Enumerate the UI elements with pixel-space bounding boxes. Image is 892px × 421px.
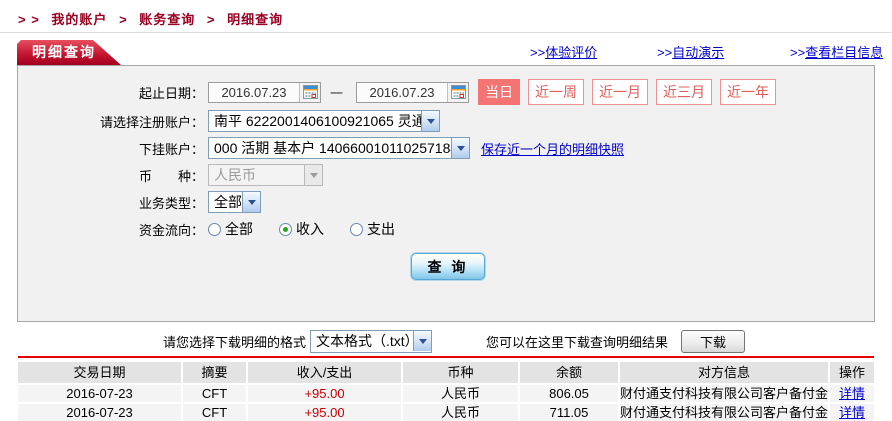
detail-link[interactable]: 详情	[839, 405, 865, 420]
table-header-row: 交易日期 摘要 收入/支出 币种 余额 对方信息 操作	[18, 362, 874, 383]
header-date: 交易日期	[18, 362, 183, 383]
download-format-select[interactable]: 文本格式（.txt）	[310, 330, 432, 353]
header-counterparty: 对方信息	[620, 362, 830, 383]
header-balance: 余额	[520, 362, 620, 383]
header-summary: 摘要	[183, 362, 248, 383]
register-account-row: 请选择注册账户： 南平 6222001406100921065 灵通卡	[18, 110, 874, 132]
tab-label: 明细查询	[32, 44, 96, 60]
tab-detail-query[interactable]: 明细查询	[17, 40, 121, 65]
link-experience-rating[interactable]: >>体验评价	[530, 42, 597, 61]
calendar-icon	[303, 85, 318, 99]
start-date-calendar-button[interactable]	[299, 83, 320, 102]
date-range-separator: 一	[330, 83, 343, 102]
flow-direction-label: 资金流向：	[18, 220, 204, 239]
date-range-row: 起止日期： 2016.07.23 一	[18, 79, 874, 105]
date-range-label: 起止日期：	[18, 83, 204, 102]
calendar-icon	[451, 85, 466, 99]
query-button[interactable]: 查 询	[411, 253, 485, 280]
cell-action: 详情	[830, 404, 874, 421]
cell-summary: CFT	[183, 385, 248, 402]
breadcrumb-item-account-query[interactable]: 账务查询	[139, 12, 195, 27]
detail-link[interactable]: 详情	[839, 386, 865, 401]
flow-radio-all[interactable]: 全部	[208, 219, 253, 239]
breadcrumb-prefix: > >	[18, 12, 40, 27]
quick-range-quarter-button[interactable]: 近三月	[656, 79, 712, 105]
breadcrumb-item-detail-query[interactable]: 明细查询	[227, 12, 283, 27]
cell-counterparty: 财付通支付科技有限公司客户备付金	[620, 385, 830, 402]
quick-range-buttons: 当日 近一周 近一月 近三月 近一年	[478, 79, 776, 105]
transaction-table: 交易日期 摘要 收入/支出 币种 余额 对方信息 操作 2016-07-23 C…	[18, 362, 874, 421]
breadcrumb-separator: >	[119, 12, 128, 27]
business-type-label: 业务类型：	[18, 193, 204, 212]
chevron-down-icon[interactable]	[421, 111, 439, 131]
download-hint: 您可以在这里下载查询明细结果	[486, 332, 668, 351]
start-date-input[interactable]: 2016.07.23	[208, 82, 321, 103]
table-row: 2016-07-23 CFT +95.00 人民币 806.05 财付通支付科技…	[18, 385, 874, 402]
cell-date: 2016-07-23	[18, 404, 183, 421]
currency-select: 人民币	[208, 164, 323, 186]
breadcrumb: > > 我的账户 > 账务查询 > 明细查询	[18, 9, 283, 28]
flow-radio-income[interactable]: 收入	[279, 219, 324, 239]
query-form-panel: 起止日期： 2016.07.23 一	[17, 65, 875, 322]
cell-summary: CFT	[183, 404, 248, 421]
end-date-value[interactable]: 2016.07.23	[357, 85, 447, 100]
cell-currency: 人民币	[403, 404, 520, 421]
header-divider	[0, 32, 892, 33]
quick-range-month-button[interactable]: 近一月	[592, 79, 648, 105]
business-type-select[interactable]: 全部	[208, 191, 261, 213]
flow-radio-expense[interactable]: 支出	[350, 219, 395, 239]
download-button[interactable]: 下载	[681, 330, 745, 353]
chevron-down-icon	[304, 165, 322, 185]
cell-date: 2016-07-23	[18, 385, 183, 402]
radio-checked-icon[interactable]	[279, 223, 292, 236]
table-divider	[18, 356, 874, 358]
query-button-row: 查 询	[18, 253, 874, 280]
cell-action: 详情	[830, 385, 874, 402]
download-row: 请您选择下载明细的格式 文本格式（.txt） 您可以在这里下载查询明细结果 下载	[0, 329, 892, 353]
header-action: 操作	[830, 362, 874, 383]
link-auto-demo[interactable]: >>自动演示	[657, 42, 724, 61]
cell-balance: 806.05	[520, 385, 620, 402]
link-view-column-info[interactable]: >>查看栏目信息	[790, 42, 883, 61]
sub-account-row: 下挂账户： 000 活期 基本户 1406600101102571848 保存近…	[18, 137, 874, 159]
chevron-down-icon[interactable]	[451, 138, 469, 158]
chevron-down-icon[interactable]	[413, 331, 431, 351]
quick-range-year-button[interactable]: 近一年	[720, 79, 776, 105]
sub-account-select[interactable]: 000 活期 基本户 1406600101102571848	[208, 137, 470, 159]
table-row: 2016-07-23 CFT +95.00 人民币 711.05 财付通支付科技…	[18, 404, 874, 421]
download-format-label: 请您选择下载明细的格式	[163, 332, 306, 351]
quick-range-today-button[interactable]: 当日	[478, 79, 520, 105]
business-type-row: 业务类型： 全部	[18, 191, 874, 213]
header-currency: 币种	[403, 362, 520, 383]
breadcrumb-separator: >	[207, 12, 216, 27]
cell-balance: 711.05	[520, 404, 620, 421]
end-date-calendar-button[interactable]	[447, 83, 468, 102]
cell-amount: +95.00	[248, 385, 403, 402]
radio-icon[interactable]	[208, 223, 221, 236]
detail-query-page: > > 我的账户 > 账务查询 > 明细查询 明细查询 >>体验评价 >>自动演…	[0, 0, 892, 421]
chevron-down-icon[interactable]	[242, 192, 260, 212]
cell-amount: +95.00	[248, 404, 403, 421]
register-account-select[interactable]: 南平 6222001406100921065 灵通卡	[208, 110, 440, 132]
currency-row: 币 种： 人民币	[18, 164, 874, 186]
save-snapshot-link[interactable]: 保存近一个月的明细快照	[481, 139, 624, 158]
flow-direction-row: 资金流向： 全部 收入 支出	[18, 218, 874, 240]
sub-account-label: 下挂账户：	[18, 139, 204, 158]
end-date-input[interactable]: 2016.07.23	[356, 82, 469, 103]
start-date-value[interactable]: 2016.07.23	[209, 85, 299, 100]
register-account-label: 请选择注册账户：	[18, 112, 204, 131]
header-amount: 收入/支出	[248, 362, 403, 383]
radio-icon[interactable]	[350, 223, 363, 236]
cell-counterparty: 财付通支付科技有限公司客户备付金	[620, 404, 830, 421]
quick-range-week-button[interactable]: 近一周	[528, 79, 584, 105]
cell-currency: 人民币	[403, 385, 520, 402]
breadcrumb-item-my-account[interactable]: 我的账户	[51, 12, 107, 27]
currency-label: 币 种：	[18, 166, 204, 185]
